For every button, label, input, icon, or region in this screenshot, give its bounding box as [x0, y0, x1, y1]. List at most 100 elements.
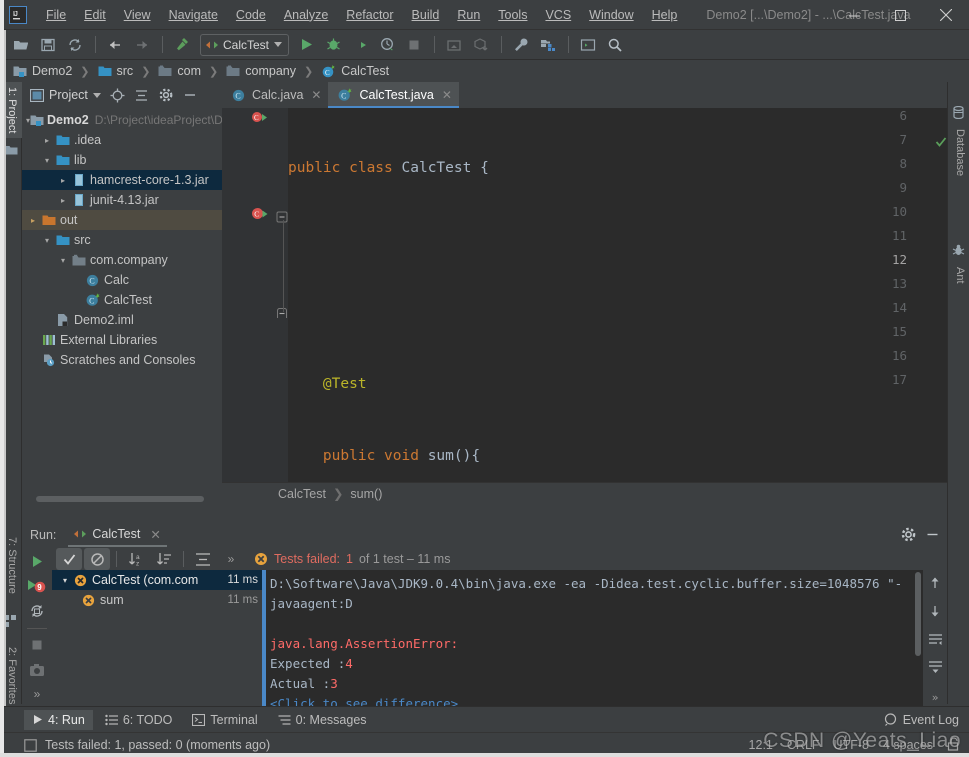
tree-item-junit-jar[interactable]: ▸ junit-4.13.jar	[22, 190, 222, 210]
run-test-method-icon[interactable]: C	[251, 207, 271, 225]
tree-item-out[interactable]: ▸ out	[22, 210, 222, 230]
rerun-failed-icon[interactable]: 9	[25, 577, 49, 597]
expand-collapse-icon[interactable]	[190, 548, 216, 570]
back-arrow-icon[interactable]	[102, 33, 128, 57]
run-tab-calctest[interactable]: CalcTest ✕	[68, 524, 166, 547]
caret-position[interactable]: 12:1	[749, 738, 773, 752]
bottom-tab-run[interactable]: 4: Run	[24, 710, 93, 730]
chevron-down-icon[interactable]: ▾	[56, 256, 70, 265]
bottom-tab-messages[interactable]: 0: Messages	[270, 710, 375, 730]
breadcrumb-company[interactable]: company	[223, 63, 299, 79]
menu-code[interactable]: Code	[227, 3, 275, 27]
test-tree-row-calctest[interactable]: ▾ CalcTest (com.com 11 ms	[52, 570, 262, 590]
chevron-right-icon[interactable]: ▸	[56, 196, 70, 205]
menu-vcs[interactable]: VCS	[536, 3, 580, 27]
unlocked-icon[interactable]	[947, 737, 959, 754]
breadcrumb-class[interactable]: CalcTest	[278, 487, 326, 501]
search-everywhere-icon[interactable]	[602, 33, 628, 57]
indent-setting[interactable]: 4 spaces	[883, 738, 933, 752]
build-hammer-icon[interactable]	[169, 33, 195, 57]
sidebar-item-ant[interactable]: Ant	[948, 262, 969, 289]
breadcrumb-method[interactable]: sum()	[350, 487, 382, 501]
tree-item-calctest[interactable]: C CalcTest	[22, 290, 222, 310]
close-icon[interactable]: ✕	[311, 88, 321, 102]
scroll-down-icon[interactable]	[928, 604, 942, 624]
breadcrumb-calctest[interactable]: C CalcTest	[318, 63, 392, 80]
test-tree-row-sum[interactable]: sum 11 ms	[52, 590, 262, 610]
code-editor[interactable]: 6 7 8 9 10 11 12 13 14 15 16 17 C C	[222, 108, 947, 504]
soft-wrap-icon[interactable]	[928, 632, 943, 652]
event-log-button[interactable]: Event Log	[884, 713, 969, 727]
console-output[interactable]: D:\Software\Java\JDK9.0.4\bin\java.exe -…	[262, 570, 947, 714]
sort-alphabetically-icon[interactable]: az	[123, 548, 149, 570]
show-ignored-icon[interactable]	[84, 548, 110, 570]
run-with-coverage-icon[interactable]	[347, 33, 373, 57]
settings-gear-icon[interactable]	[897, 524, 919, 544]
code-fold-end-icon[interactable]	[276, 307, 288, 322]
chevron-right-icon[interactable]: ▸	[40, 136, 54, 145]
console-vscrollbar[interactable]	[913, 570, 923, 660]
menu-file[interactable]: File	[37, 3, 75, 27]
collapse-all-icon[interactable]	[131, 85, 153, 105]
tree-item-src[interactable]: ▾ src	[22, 230, 222, 250]
tree-item-calc[interactable]: C Calc	[22, 270, 222, 290]
rerun-icon[interactable]	[25, 552, 49, 572]
maximize-button[interactable]	[877, 0, 923, 30]
run-icon[interactable]	[293, 33, 319, 57]
tab-calc-java[interactable]: C Calc.java ✕	[222, 82, 328, 108]
breadcrumb-src[interactable]: src	[95, 63, 137, 79]
run-configuration-selector[interactable]: CalcTest	[200, 34, 289, 56]
menu-view[interactable]: View	[115, 3, 160, 27]
toggle-auto-test-icon[interactable]	[25, 601, 49, 621]
run-test-class-icon[interactable]: C	[251, 111, 271, 128]
project-structure-icon[interactable]	[535, 33, 561, 57]
minimize-button[interactable]	[831, 0, 877, 30]
settings-gear-icon[interactable]	[155, 85, 177, 105]
tree-item-com-company[interactable]: ▾ com.company	[22, 250, 222, 270]
menu-window[interactable]: Window	[580, 3, 642, 27]
menu-refactor[interactable]: Refactor	[337, 3, 402, 27]
tree-item-idea[interactable]: ▸ .idea	[22, 130, 222, 150]
scrollbar-thumb[interactable]	[36, 496, 204, 502]
hide-panel-icon[interactable]	[921, 524, 943, 544]
menu-help[interactable]: Help	[643, 3, 687, 27]
save-icon[interactable]	[35, 33, 61, 57]
sync-icon[interactable]	[62, 33, 88, 57]
stop-icon[interactable]	[25, 635, 49, 655]
update-project-icon[interactable]	[441, 33, 467, 57]
breadcrumb-com[interactable]: com	[155, 63, 204, 79]
chevron-down-icon[interactable]: ▾	[40, 236, 54, 245]
breadcrumb-demo2[interactable]: Demo2	[10, 63, 75, 79]
menu-edit[interactable]: Edit	[75, 3, 115, 27]
bottom-tab-terminal[interactable]: Terminal	[184, 710, 265, 730]
menu-navigate[interactable]: Navigate	[160, 3, 227, 27]
chevron-down-icon[interactable]: ▾	[58, 576, 72, 585]
tree-item-scratches[interactable]: Scratches and Consoles	[22, 350, 222, 370]
menu-analyze[interactable]: Analyze	[275, 3, 337, 27]
project-tree[interactable]: ▾ Demo2 D:\Project\ideaProject\D ▸ .idea…	[22, 108, 222, 494]
more-icon[interactable]: »	[932, 688, 939, 708]
menu-build[interactable]: Build	[403, 3, 449, 27]
close-button[interactable]	[923, 0, 969, 30]
terminal-icon[interactable]	[575, 33, 601, 57]
more-icon[interactable]: »	[25, 684, 49, 704]
menu-tools[interactable]: Tools	[489, 3, 536, 27]
chevron-down-icon[interactable]: ▾	[40, 156, 54, 165]
settings-wrench-icon[interactable]	[508, 33, 534, 57]
line-separator[interactable]: CRLF	[787, 738, 820, 752]
close-icon[interactable]: ✕	[442, 88, 452, 102]
project-panel-title-button[interactable]: Project	[26, 86, 105, 104]
encoding[interactable]: UTF-8	[834, 738, 869, 752]
more-chevrons-icon[interactable]: »	[218, 548, 244, 570]
open-folder-icon[interactable]	[8, 33, 34, 57]
close-icon[interactable]: ✕	[150, 527, 160, 542]
test-results-tree[interactable]: ▾ CalcTest (com.com 11 ms sum 11 ms	[52, 570, 262, 714]
scroll-to-end-icon[interactable]	[928, 660, 943, 680]
chevron-right-icon[interactable]: ▸	[56, 176, 70, 185]
commit-icon[interactable]	[468, 33, 494, 57]
profiler-icon[interactable]	[374, 33, 400, 57]
tree-item-lib[interactable]: ▾ lib	[22, 150, 222, 170]
editor-marker-bar[interactable]	[935, 134, 947, 504]
project-tree-hscrollbar[interactable]	[22, 494, 222, 504]
tab-calctest-java[interactable]: C CalcTest.java ✕	[328, 82, 458, 108]
